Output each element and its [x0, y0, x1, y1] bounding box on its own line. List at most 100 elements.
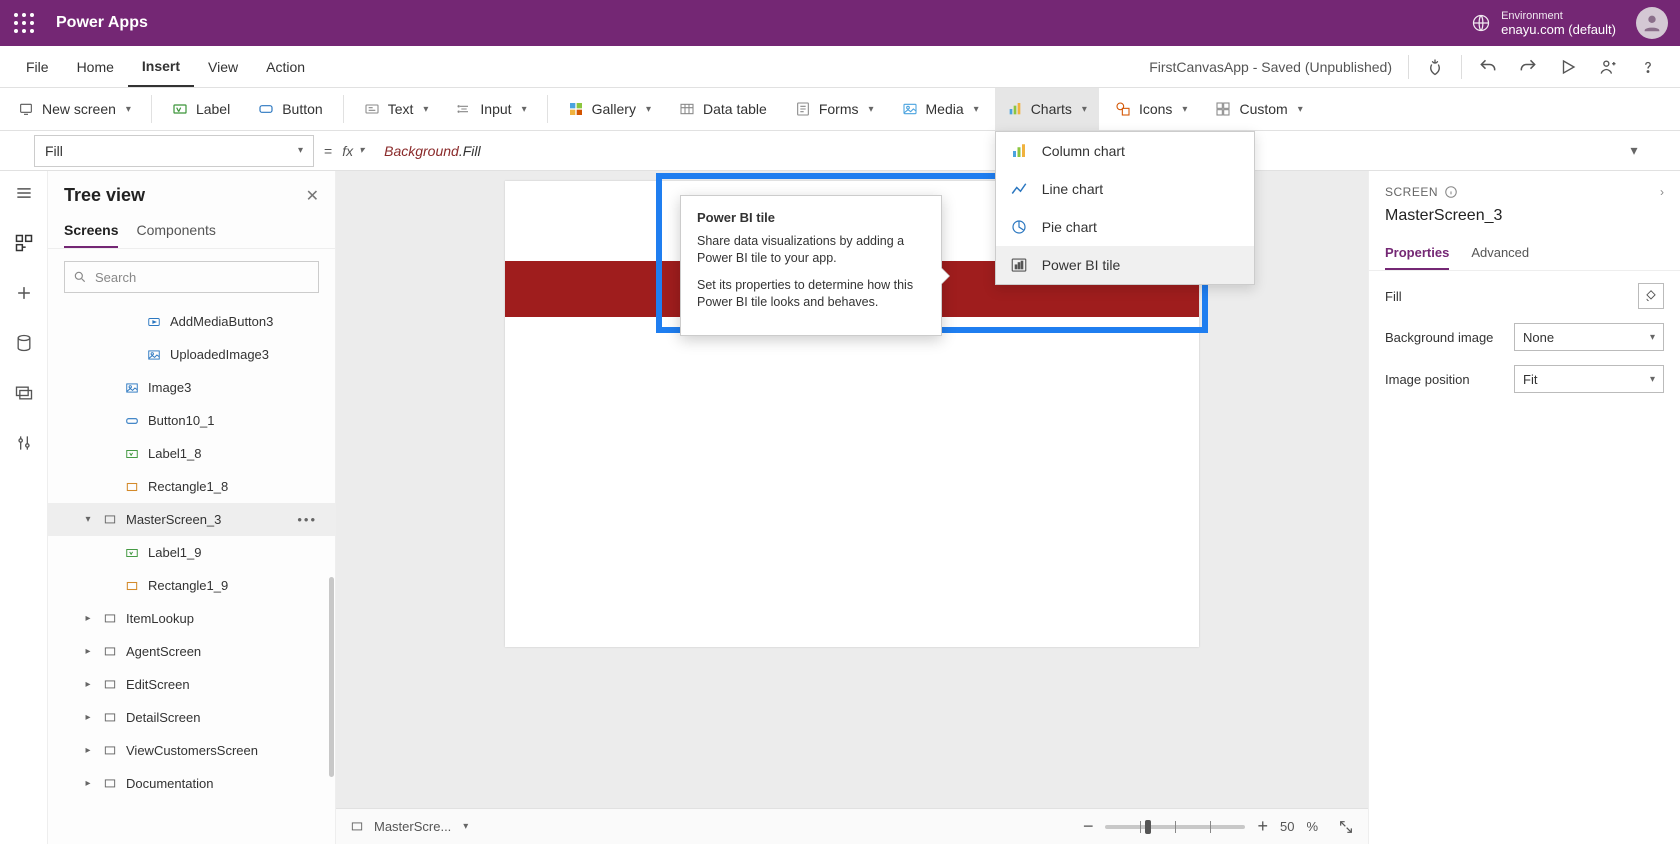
redo-icon[interactable]	[1508, 46, 1548, 88]
data-table-button[interactable]: Data table	[667, 88, 779, 130]
search-icon	[73, 270, 87, 284]
input-button[interactable]: Input ▾	[444, 88, 538, 130]
properties-object-name: MasterScreen_3	[1369, 205, 1680, 237]
tree-item[interactable]: UploadedImage3	[48, 338, 335, 371]
pie-chart-icon	[1010, 218, 1028, 236]
property-selector[interactable]: Fill ▾	[34, 135, 314, 167]
chevron-down-icon: ▾	[1082, 104, 1087, 115]
tree-tab-components[interactable]: Components	[136, 214, 215, 248]
tree-item-label: ViewCustomersScreen	[126, 743, 258, 758]
tree-search-input[interactable]: Search	[64, 261, 319, 293]
user-avatar[interactable]	[1636, 7, 1668, 39]
charts-dropdown: Column chart Line chart Pie chart Power …	[995, 131, 1255, 285]
app-checker-icon[interactable]	[1415, 46, 1455, 88]
prop-fill-color-button[interactable]	[1638, 283, 1664, 309]
tree-item-label: Label1_9	[148, 545, 202, 560]
properties-tab-properties[interactable]: Properties	[1385, 237, 1449, 270]
gallery-button[interactable]: Gallery ▾	[556, 88, 663, 130]
tree-item[interactable]: Label1_9	[48, 536, 335, 569]
label-button[interactable]: Label	[160, 88, 242, 130]
charts-menu-line[interactable]: Line chart	[996, 170, 1254, 208]
tree-item-label: ItemLookup	[126, 611, 194, 626]
button-button[interactable]: Button	[246, 88, 334, 130]
properties-panel: SCREEN › MasterScreen_3 Properties Advan…	[1368, 171, 1680, 844]
tree-item[interactable]: AddMediaButton3	[48, 305, 335, 338]
forms-button[interactable]: Forms ▾	[783, 88, 886, 130]
share-icon[interactable]	[1588, 46, 1628, 88]
tree-item[interactable]: ▸ AgentScreen	[48, 635, 335, 668]
expand-icon[interactable]: ▸	[82, 778, 94, 789]
tree-item[interactable]: ▸Documentation	[48, 767, 335, 800]
tree-item[interactable]: Label1_8	[48, 437, 335, 470]
menu-file[interactable]: File	[12, 46, 63, 87]
tree-item[interactable]: ▸ ViewCustomersScreen	[48, 734, 335, 767]
expand-icon[interactable]: ▸	[82, 679, 94, 690]
text-button[interactable]: Text ▾	[352, 88, 441, 130]
screen-icon	[102, 743, 118, 759]
more-icon[interactable]: •••	[297, 512, 317, 527]
expand-icon[interactable]: ▸	[82, 646, 94, 657]
new-screen-button[interactable]: New screen ▾	[6, 88, 143, 130]
charts-menu-pie[interactable]: Pie chart	[996, 208, 1254, 246]
menu-view[interactable]: View	[194, 46, 252, 87]
close-icon[interactable]: ✕	[306, 186, 319, 206]
zoom-out-button[interactable]: −	[1083, 816, 1094, 837]
screen-selector[interactable]: MasterScre... ▾	[350, 819, 468, 834]
preview-icon[interactable]	[1548, 46, 1588, 88]
formula-input[interactable]: Background.Fill	[374, 135, 1612, 167]
data-icon[interactable]	[12, 331, 36, 355]
expand-icon[interactable]: ▸	[82, 712, 94, 723]
zoom-slider[interactable]	[1105, 825, 1245, 829]
prop-bgimage-select[interactable]: None ▾	[1514, 323, 1664, 351]
environment-picker[interactable]: Environment enayu.com (default)	[1471, 10, 1616, 37]
help-icon[interactable]	[1628, 46, 1668, 88]
gallery-label: Gallery	[592, 101, 636, 117]
chevron-down-icon: ▾	[463, 821, 468, 832]
tree-item[interactable]: Rectangle1_9	[48, 569, 335, 602]
tree-item[interactable]: ▾MasterScreen_3•••	[48, 503, 335, 536]
chevron-down-icon: ▾	[1650, 374, 1655, 385]
charts-button[interactable]: Charts ▾ Column chart Line chart Pie cha…	[995, 88, 1099, 130]
undo-icon[interactable]	[1468, 46, 1508, 88]
prop-imgpos-label: Image position	[1385, 372, 1470, 387]
screen-icon	[350, 820, 364, 834]
expand-icon[interactable]: ▾	[82, 514, 94, 525]
tree-item[interactable]: ▸ EditScreen	[48, 668, 335, 701]
tree-item[interactable]: ▸ ItemLookup	[48, 602, 335, 635]
charts-menu-column[interactable]: Column chart	[996, 132, 1254, 170]
formula-identifier: Background	[384, 143, 459, 159]
charts-menu-powerbi[interactable]: Power BI tile	[996, 246, 1254, 284]
zoom-in-button[interactable]: +	[1257, 816, 1268, 837]
fx-button[interactable]: fx ▾	[342, 143, 364, 159]
tree-item[interactable]: Button10_1	[48, 404, 335, 437]
properties-tab-advanced[interactable]: Advanced	[1471, 237, 1529, 270]
menu-home[interactable]: Home	[63, 46, 128, 87]
tree-tab-screens[interactable]: Screens	[64, 214, 118, 248]
insert-pane-icon[interactable]	[12, 281, 36, 305]
menu-action[interactable]: Action	[252, 46, 319, 87]
waffle-icon[interactable]	[12, 11, 36, 35]
info-icon[interactable]	[1444, 185, 1458, 199]
fit-to-window-icon[interactable]	[1338, 819, 1354, 835]
chevron-right-icon[interactable]: ›	[1660, 185, 1664, 199]
expand-icon[interactable]: ▸	[82, 745, 94, 756]
formula-expand-icon[interactable]: ▾	[1622, 142, 1646, 159]
tree-item[interactable]: Rectangle1_8	[48, 470, 335, 503]
label-icon	[124, 545, 140, 561]
menu-insert[interactable]: Insert	[128, 46, 194, 87]
prop-imgpos-select[interactable]: Fit ▾	[1514, 365, 1664, 393]
tree-item-label: AgentScreen	[126, 644, 201, 659]
tree-view-icon[interactable]	[12, 231, 36, 255]
icons-button[interactable]: Icons ▾	[1103, 88, 1200, 130]
expand-icon[interactable]: ▸	[82, 613, 94, 624]
advanced-tools-icon[interactable]	[12, 431, 36, 455]
tree-item-label: EditScreen	[126, 677, 190, 692]
media-pane-icon[interactable]	[12, 381, 36, 405]
button-label: Button	[282, 101, 322, 117]
custom-button[interactable]: Custom ▾	[1203, 88, 1314, 130]
tree-item[interactable]: Image3	[48, 371, 335, 404]
media-button[interactable]: Media ▾	[890, 88, 991, 130]
hamburger-icon[interactable]	[12, 181, 36, 205]
tree-item[interactable]: ▸DetailScreen	[48, 701, 335, 734]
zoom-value: 50	[1280, 819, 1294, 834]
